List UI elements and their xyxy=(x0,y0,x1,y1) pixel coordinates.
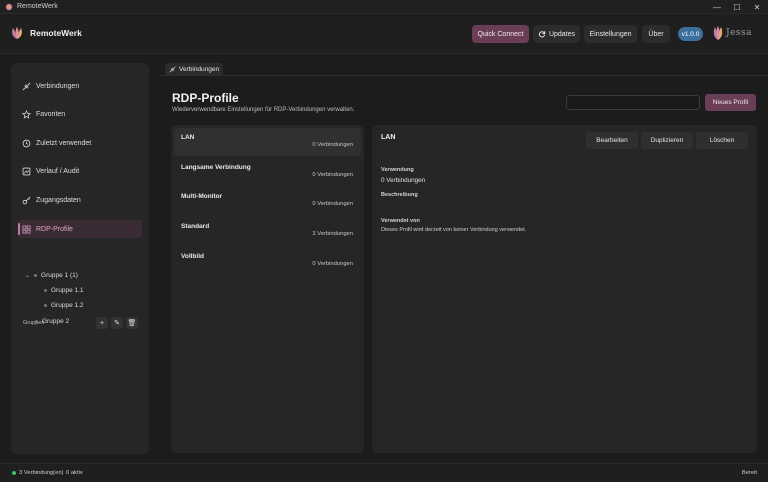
list-item[interactable]: Vollbild 0 Verbindungen xyxy=(174,247,361,275)
detail-title: LAN xyxy=(381,134,396,141)
used-by-text: Dieses Profil wird derzeit von keiner Ve… xyxy=(381,227,527,233)
profile-name: Multi-Monitor xyxy=(181,193,223,200)
brand-name: RemoteWerk xyxy=(30,28,82,38)
key-icon xyxy=(22,196,31,204)
page-title: RDP-Profile xyxy=(172,91,239,105)
group-dot-icon xyxy=(44,304,47,307)
sidebar-item-verlauf[interactable]: Verlauf / Audit xyxy=(18,162,142,180)
description-label: Beschreibung xyxy=(381,192,418,198)
sidebar-item-zuletzt[interactable]: Zuletzt verwendet xyxy=(18,134,142,152)
list-item[interactable]: Langsame Verbindung 0 Verbindungen xyxy=(174,158,361,186)
history-icon xyxy=(22,139,31,147)
profile-count: 3 Verbindungen xyxy=(312,231,353,237)
tree-label: Gruppe 2 xyxy=(42,318,70,325)
new-profile-button[interactable]: Neues Profil xyxy=(705,94,756,111)
app-header: RemoteWerk Quick Connect Updates Einstel… xyxy=(0,14,768,54)
search-input[interactable] xyxy=(566,95,700,110)
tree-label: Gruppe 1.1 xyxy=(51,287,84,294)
minimize-button[interactable]: — xyxy=(708,0,726,14)
sidebar-item-label: Favoriten xyxy=(36,110,66,118)
settings-button[interactable]: Einstellungen xyxy=(584,25,637,43)
app-window: RemoteWerk — ☐ ✕ RemoteWerk Quick Connec… xyxy=(0,0,768,482)
profile-detail: LAN Bearbeiten Duplizieren Löschen Verwe… xyxy=(372,125,757,453)
profile-name: LAN xyxy=(181,134,195,141)
tab-verbindungen[interactable]: Verbindungen xyxy=(165,63,223,75)
updates-button[interactable]: Updates xyxy=(533,25,580,43)
profile-count: 0 Verbindungen xyxy=(312,201,353,207)
tree-group-2[interactable]: Gruppe 2 xyxy=(35,318,69,325)
profile-count: 0 Verbindungen xyxy=(312,261,353,267)
about-button[interactable]: Über xyxy=(642,25,670,43)
chevron-down-icon[interactable]: ⌄ xyxy=(25,272,30,279)
refresh-icon xyxy=(538,31,546,38)
profile-count: 0 Verbindungen xyxy=(312,172,353,178)
plug-icon xyxy=(22,82,31,90)
tree-group-1[interactable]: ⌄ Gruppe 1 (1) xyxy=(25,272,78,279)
profile-name: Standard xyxy=(181,223,210,230)
group-dot-icon xyxy=(34,274,38,277)
delete-group-button[interactable]: 🗑 xyxy=(126,317,138,329)
updates-label: Updates xyxy=(548,30,576,38)
partner-logo-icon xyxy=(713,26,723,40)
maximize-button[interactable]: ☐ xyxy=(728,0,746,14)
sidebar-item-rdp-profile[interactable]: RDP-Profile xyxy=(18,220,142,238)
edit-group-button[interactable]: ✎ xyxy=(111,317,123,329)
sidebar: Verbindungen Favoriten Zuletzt verwendet… xyxy=(11,63,149,454)
group-dot-icon xyxy=(44,289,47,292)
sidebar-item-verbindungen[interactable]: Verbindungen xyxy=(18,77,142,95)
profile-name: Langsame Verbindung xyxy=(181,164,251,171)
profile-name: Vollbild xyxy=(181,253,204,260)
quick-connect-button[interactable]: Quick Connect xyxy=(472,25,529,43)
app-icon xyxy=(5,3,13,10)
plug-icon xyxy=(169,65,176,73)
close-button[interactable]: ✕ xyxy=(748,0,766,14)
tree-label: Gruppe 1.2 xyxy=(51,302,84,309)
duplicate-button[interactable]: Duplizieren xyxy=(641,132,693,149)
audit-icon xyxy=(22,167,31,175)
tree-label: Gruppe 1 (1) xyxy=(41,272,78,279)
usage-label: Verwendung xyxy=(381,167,414,173)
tab-label: Verbindungen xyxy=(179,65,220,73)
tree-group-1-2[interactable]: Gruppe 1.2 xyxy=(44,302,84,309)
profile-count: 0 Verbindungen xyxy=(312,142,353,148)
sidebar-item-label: Verlauf / Audit xyxy=(36,167,80,175)
brand-logo-icon xyxy=(12,27,22,39)
page-subtitle: Wiederverwendbare Einstellungen für RDP-… xyxy=(172,107,355,113)
status-state: Bereit xyxy=(741,470,757,476)
status-active: 0 aktiv xyxy=(66,470,83,476)
partner-logo: Jessa xyxy=(712,25,752,41)
used-by-label: Verwendet von xyxy=(381,218,420,224)
add-group-button[interactable]: + xyxy=(96,317,108,329)
sidebar-item-label: RDP-Profile xyxy=(36,225,73,233)
profile-list: LAN 0 Verbindungen Langsame Verbindung 0… xyxy=(171,125,364,453)
edit-button[interactable]: Bearbeiten xyxy=(586,132,638,149)
group-dot-icon xyxy=(35,320,38,323)
sidebar-item-label: Zugangsdaten xyxy=(36,196,81,204)
usage-value: 0 Verbindungen xyxy=(381,177,426,184)
sidebar-item-favoriten[interactable]: Favoriten xyxy=(18,105,142,123)
tab-divider xyxy=(160,75,768,76)
version-badge: v1.0.0 xyxy=(678,27,703,41)
status-dot-icon xyxy=(12,471,16,475)
partner-logo-text: Jessa xyxy=(726,28,753,38)
sidebar-item-label: Zuletzt verwendet xyxy=(36,139,92,147)
title-bar: RemoteWerk xyxy=(0,0,768,14)
list-item[interactable]: LAN 0 Verbindungen xyxy=(174,128,361,156)
star-icon xyxy=(22,109,31,119)
delete-button[interactable]: Löschen xyxy=(696,132,748,149)
status-bar: 3 Verbindung(en) 0 aktiv Bereit xyxy=(0,463,768,482)
sidebar-item-zugangsdaten[interactable]: Zugangsdaten xyxy=(18,191,142,209)
profiles-icon xyxy=(22,225,31,233)
brand: RemoteWerk xyxy=(10,26,82,40)
sidebar-item-label: Verbindungen xyxy=(36,82,80,90)
list-item[interactable]: Multi-Monitor 0 Verbindungen xyxy=(174,187,361,215)
list-item[interactable]: Standard 3 Verbindungen xyxy=(174,217,361,245)
status-connections: 3 Verbindung(en) xyxy=(19,470,64,476)
window-title: RemoteWerk xyxy=(17,3,58,10)
tree-group-1-1[interactable]: Gruppe 1.1 xyxy=(44,287,84,294)
